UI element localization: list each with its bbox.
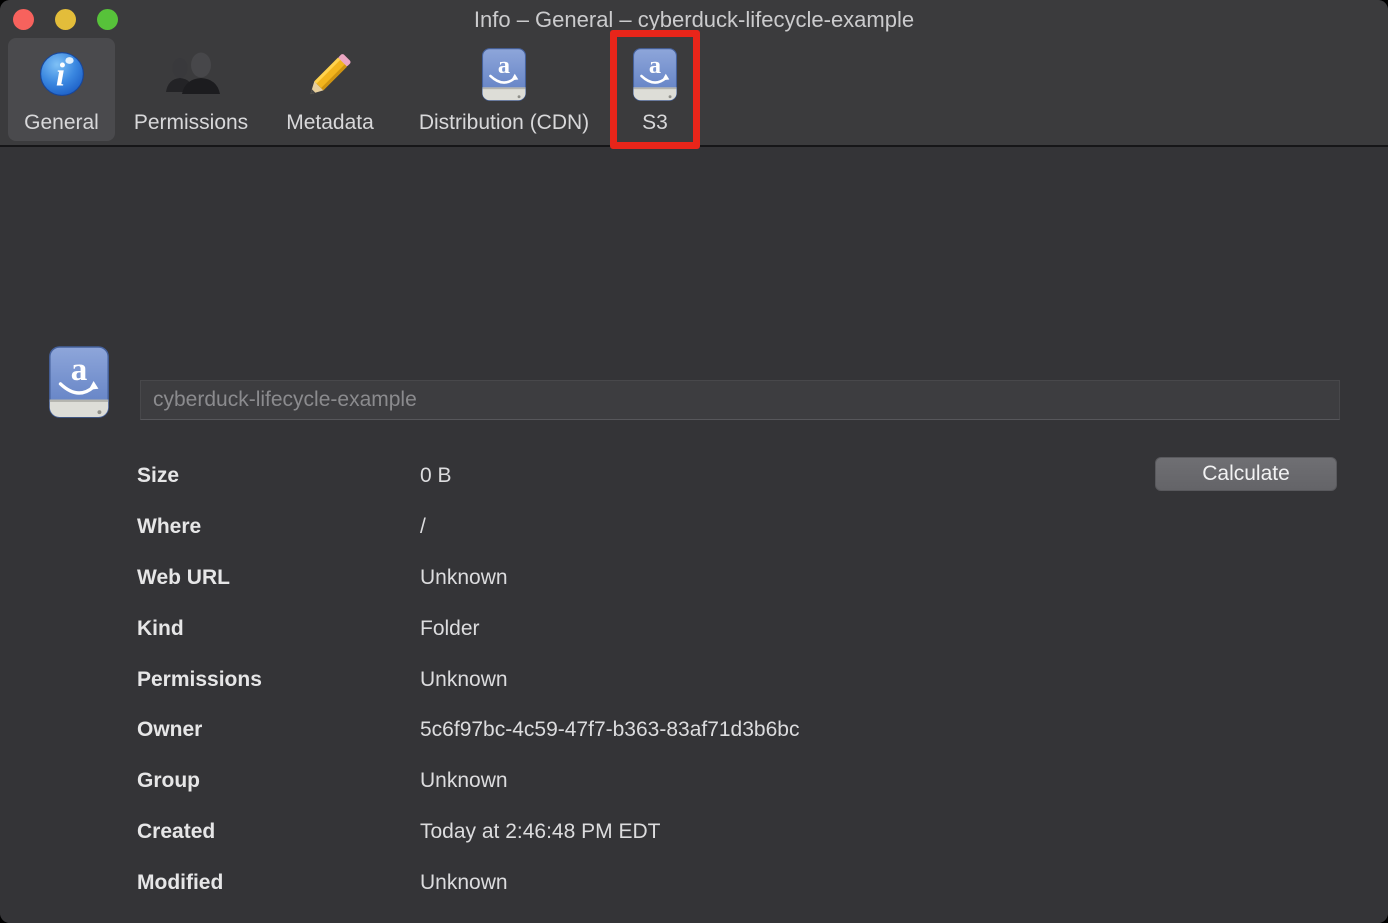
close-button[interactable] xyxy=(13,9,34,30)
window-title: Info – General – cyberduck-lifecycle-exa… xyxy=(0,0,1388,37)
row-web-url: Web URL Unknown xyxy=(137,553,1348,604)
tab-label: Distribution (CDN) xyxy=(419,110,589,136)
row-kind: Kind Folder xyxy=(137,603,1348,654)
people-icon xyxy=(159,38,223,110)
row-modified: Modified Unknown xyxy=(137,857,1348,908)
toolbar: General Permissions Metadata Distributio… xyxy=(0,37,1388,145)
row-label: Web URL xyxy=(137,566,420,590)
row-value: Unknown xyxy=(420,871,508,895)
row-label: Owner xyxy=(137,718,420,742)
info-rows: Size 0 B Where / Web URL Unknown Kind Fo… xyxy=(137,451,1348,923)
row-checksum: Checksum Unknown xyxy=(137,908,1348,923)
filename-field[interactable] xyxy=(140,380,1340,420)
amazon-drive-icon xyxy=(481,38,527,110)
row-value: Unknown xyxy=(420,566,508,590)
tab-label: Permissions xyxy=(134,110,248,136)
zoom-button[interactable] xyxy=(97,9,118,30)
row-value: Unknown xyxy=(420,769,508,793)
traffic-lights xyxy=(13,9,118,30)
row-label: Where xyxy=(137,515,420,539)
row-value: Folder xyxy=(420,617,480,641)
tab-general[interactable]: General xyxy=(8,38,115,141)
tab-metadata[interactable]: Metadata xyxy=(269,38,391,141)
tab-distribution-cdn[interactable]: Distribution (CDN) xyxy=(393,38,615,141)
pencil-icon xyxy=(301,38,359,110)
row-value: / xyxy=(420,515,426,539)
tab-label: General xyxy=(24,110,99,136)
row-created: Created Today at 2:46:48 PM EDT xyxy=(137,807,1348,858)
row-value: 5c6f97bc-4c59-47f7-b363-83af71d3b6bc xyxy=(420,718,799,742)
row-permissions: Permissions Unknown xyxy=(137,654,1348,705)
row-owner: Owner 5c6f97bc-4c59-47f7-b363-83af71d3b6… xyxy=(137,705,1348,756)
row-group: Group Unknown xyxy=(137,756,1348,807)
row-value: Today at 2:46:48 PM EDT xyxy=(420,820,660,844)
tab-label: Metadata xyxy=(286,110,374,136)
row-label: Modified xyxy=(137,871,420,895)
titlebar[interactable]: Info – General – cyberduck-lifecycle-exa… xyxy=(0,0,1388,37)
row-value: Unknown xyxy=(420,668,508,692)
tab-permissions[interactable]: Permissions xyxy=(117,38,265,141)
row-label: Created xyxy=(137,820,420,844)
row-label: Permissions xyxy=(137,668,420,692)
row-label: Kind xyxy=(137,617,420,641)
info-icon xyxy=(38,38,86,110)
amazon-drive-icon xyxy=(632,38,678,110)
row-value: 0 B xyxy=(420,464,452,488)
general-panel: Size 0 B Where / Web URL Unknown Kind Fo… xyxy=(0,147,1388,923)
calculate-button[interactable]: Calculate xyxy=(1155,457,1337,491)
info-window: Info – General – cyberduck-lifecycle-exa… xyxy=(0,0,1388,923)
row-label: Size xyxy=(137,464,420,488)
row-where: Where / xyxy=(137,502,1348,553)
row-label: Group xyxy=(137,769,420,793)
minimize-button[interactable] xyxy=(55,9,76,30)
tab-s3[interactable]: S3 xyxy=(620,38,690,141)
window-chrome: Info – General – cyberduck-lifecycle-exa… xyxy=(0,0,1388,147)
tab-label: S3 xyxy=(642,110,668,136)
amazon-drive-icon xyxy=(47,346,111,418)
